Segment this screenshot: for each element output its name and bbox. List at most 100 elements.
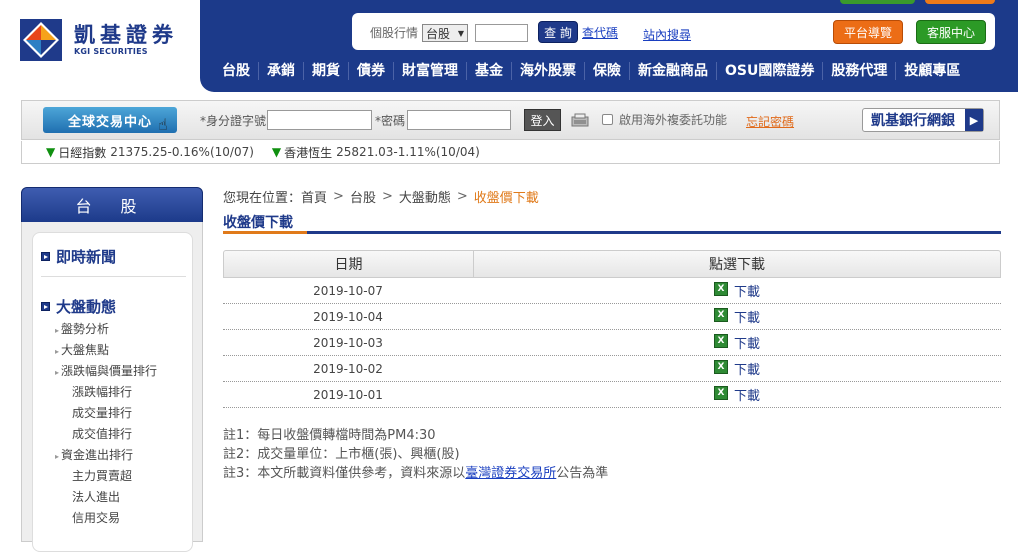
table-row: 2019-10-02 X 下載 bbox=[223, 356, 1001, 382]
logo-english-text: KGI SECURITIES bbox=[74, 47, 148, 56]
excel-icon: X bbox=[713, 385, 728, 400]
note-3-suffix: 公告為準 bbox=[556, 466, 609, 481]
sidebar-section-news[interactable]: 即時新聞 bbox=[41, 246, 116, 267]
market-select[interactable]: 台股 ▼ bbox=[422, 24, 468, 42]
title-underline-accent bbox=[223, 231, 307, 234]
ticker-item-nikkei[interactable]: ▼ 日經指數 21375.25-0.16%(10/07) bbox=[46, 144, 254, 161]
kgi-bank-online-button[interactable]: 凱基銀行網銀 ▶ bbox=[862, 108, 984, 132]
id-number-label: *身分證字號 bbox=[200, 114, 267, 128]
excel-icon: X bbox=[713, 359, 728, 374]
table-row: 2019-10-01 X 下載 bbox=[223, 382, 1001, 408]
download-link[interactable]: X 下載 bbox=[473, 307, 1001, 326]
site-header: 凱基證券 KGI SECURITIES 個股行情 台股 ▼ 查 詢 查代碼 站內… bbox=[0, 0, 1018, 92]
lookup-code-link[interactable]: 查代碼 bbox=[582, 24, 618, 41]
sidebar: 即時新聞 大盤動態 ▸ 盤勢分析 ▸ 大盤焦點 ▸ 漲跌幅與價量排行 漲跌幅排行 成交… bbox=[21, 222, 203, 552]
chevron-right-icon: ▶ bbox=[965, 109, 983, 131]
sidebar-section-market[interactable]: 大盤動態 bbox=[41, 296, 116, 317]
sidebar-divider bbox=[41, 276, 186, 277]
login-button[interactable]: 登入 bbox=[524, 109, 561, 131]
query-button[interactable]: 查 詢 bbox=[538, 21, 578, 43]
sidebar-item-label: 資金進出排行 bbox=[61, 448, 134, 462]
sidebar-item-margin-trading[interactable]: 信用交易 bbox=[72, 509, 120, 526]
down-arrow-icon: ▼ bbox=[46, 145, 56, 159]
column-header-download: 點選下載 bbox=[709, 257, 765, 273]
global-trading-center-button[interactable]: 全球交易中心 bbox=[43, 107, 177, 133]
notes: 註1：每日收盤價轉檔時間為PM4:30 註2：成交量單位：上市櫃(張)、興櫃(股… bbox=[223, 426, 608, 483]
download-link[interactable]: X 下載 bbox=[473, 333, 1001, 352]
sidebar-item-major-buy-sell[interactable]: 主力買賣超 bbox=[72, 467, 132, 484]
menu-item-wealth[interactable]: 財富管理 bbox=[393, 62, 466, 80]
excel-icon: X bbox=[713, 281, 728, 296]
password-input[interactable] bbox=[407, 110, 511, 130]
caret-right-icon: ▸ bbox=[55, 452, 60, 461]
table-header: 日期 點選下載 bbox=[223, 250, 1001, 278]
title-underline bbox=[223, 231, 1001, 234]
sidebar-item-change-ranking[interactable]: 漲跌幅排行 bbox=[72, 383, 132, 400]
breadcrumb-market[interactable]: 大盤動態 bbox=[399, 187, 451, 206]
caret-right-icon: ▸ bbox=[55, 347, 60, 356]
menu-item-overseas-stocks[interactable]: 海外股票 bbox=[511, 62, 584, 80]
menu-item-funds[interactable]: 基金 bbox=[466, 62, 511, 80]
forgot-password-link[interactable]: 忘記密碼 bbox=[746, 113, 794, 130]
download-link[interactable]: X 下載 bbox=[473, 281, 1001, 300]
breadcrumb-separator: > bbox=[333, 189, 344, 204]
caret-right-icon: ▸ bbox=[55, 368, 60, 377]
id-number-input[interactable] bbox=[267, 110, 372, 130]
top-navigation: 個股行情 台股 ▼ 查 詢 查代碼 站內搜尋 平台導覽 客服中心 台股 承銷 期… bbox=[200, 0, 1018, 92]
menu-item-underwriting[interactable]: 承銷 bbox=[258, 62, 303, 80]
platform-guide-button[interactable]: 平台導覽 bbox=[833, 20, 903, 44]
sidebar-item-label: 漲跌幅與價量排行 bbox=[61, 364, 158, 378]
menu-item-osu[interactable]: OSU國際證券 bbox=[716, 62, 822, 80]
keyboard-icon[interactable] bbox=[571, 113, 589, 127]
sidebar-item-price-volume-ranking[interactable]: ▸ 漲跌幅與價量排行 bbox=[55, 362, 157, 379]
breadcrumb-prefix: 您現在位置： bbox=[223, 191, 302, 206]
download-table: 日期 點選下載 2019-10-07 X 下載 2019-10-04 X 下載 20… bbox=[223, 250, 1001, 408]
download-label: 下載 bbox=[733, 389, 760, 404]
menu-item-new-products[interactable]: 新金融商品 bbox=[629, 62, 716, 80]
table-row: 2019-10-07 X 下載 bbox=[223, 278, 1001, 304]
breadcrumb: 您現在位置： 首頁 > 台股 > 大盤動態 > 收盤價下載 bbox=[223, 187, 539, 206]
top-orange-button-partial[interactable] bbox=[925, 0, 995, 4]
row-date: 2019-10-03 bbox=[313, 335, 383, 350]
menu-item-insurance[interactable]: 保險 bbox=[584, 62, 629, 80]
download-link[interactable]: X 下載 bbox=[473, 359, 1001, 378]
row-date: 2019-10-01 bbox=[313, 387, 383, 402]
download-label: 下載 bbox=[733, 285, 760, 300]
ticker-name: 香港恆生 bbox=[284, 145, 333, 160]
ticker-item-hangseng[interactable]: ▼ 香港恆生 25821.03-1.11%(10/04) bbox=[272, 144, 480, 161]
menu-item-stock-agency[interactable]: 股務代理 bbox=[822, 62, 895, 80]
stock-code-input[interactable] bbox=[475, 24, 528, 42]
download-label: 下載 bbox=[733, 337, 760, 352]
overseas-entrust-label: 啟用海外複委託功能 bbox=[619, 113, 728, 127]
row-date: 2019-10-02 bbox=[313, 361, 383, 376]
menu-item-tw-stock[interactable]: 台股 bbox=[214, 62, 258, 80]
row-date: 2019-10-04 bbox=[313, 309, 383, 324]
sidebar-item-label: 大盤焦點 bbox=[61, 343, 110, 357]
sidebar-item-institutional[interactable]: 法人進出 bbox=[72, 488, 120, 505]
sidebar-item-volume-ranking[interactable]: 成交量排行 bbox=[72, 404, 132, 421]
menu-item-futures[interactable]: 期貨 bbox=[303, 62, 348, 80]
sidebar-item-value-ranking[interactable]: 成交值排行 bbox=[72, 425, 132, 442]
sidebar-item-market-analysis[interactable]: ▸ 盤勢分析 bbox=[55, 320, 109, 337]
note-2: 註2：成交量單位：上市櫃(張)、興櫃(股) bbox=[223, 447, 460, 462]
global-trading-label: 全球交易中心 bbox=[67, 114, 152, 130]
sidebar-item-fund-flow-ranking[interactable]: ▸ 資金進出排行 bbox=[55, 446, 133, 463]
breadcrumb-tw-stock[interactable]: 台股 bbox=[350, 187, 376, 206]
kgi-logo[interactable]: 凱基證券 KGI SECURITIES bbox=[20, 19, 190, 61]
site-search-link[interactable]: 站內搜尋 bbox=[643, 26, 691, 43]
sidebar-menu: 即時新聞 大盤動態 ▸ 盤勢分析 ▸ 大盤焦點 ▸ 漲跌幅與價量排行 漲跌幅排行 成交… bbox=[32, 232, 193, 552]
trading-login-bar: 全球交易中心 ☝ *身分證字號 *密碼 登入 啟用海外複委託功能 忘記密碼 凱基… bbox=[21, 100, 1000, 140]
customer-service-button[interactable]: 客服中心 bbox=[916, 20, 986, 44]
overseas-entrust-checkbox[interactable] bbox=[602, 114, 613, 125]
download-link[interactable]: X 下載 bbox=[473, 385, 1001, 404]
menu-item-bonds[interactable]: 債券 bbox=[348, 62, 393, 80]
section-label: 大盤動態 bbox=[56, 298, 117, 316]
sidebar-item-market-focus[interactable]: ▸ 大盤焦點 bbox=[55, 341, 109, 358]
menu-item-advisory[interactable]: 投顧專區 bbox=[895, 62, 968, 80]
excel-icon: X bbox=[713, 333, 728, 348]
top-green-button-partial[interactable] bbox=[840, 0, 915, 4]
breadcrumb-home[interactable]: 首頁 bbox=[301, 187, 327, 206]
twse-link[interactable]: 臺灣證券交易所 bbox=[465, 466, 556, 481]
down-arrow-icon: ▼ bbox=[271, 145, 282, 159]
quote-search-panel: 個股行情 台股 ▼ 查 詢 查代碼 站內搜尋 平台導覽 客服中心 bbox=[352, 13, 995, 50]
